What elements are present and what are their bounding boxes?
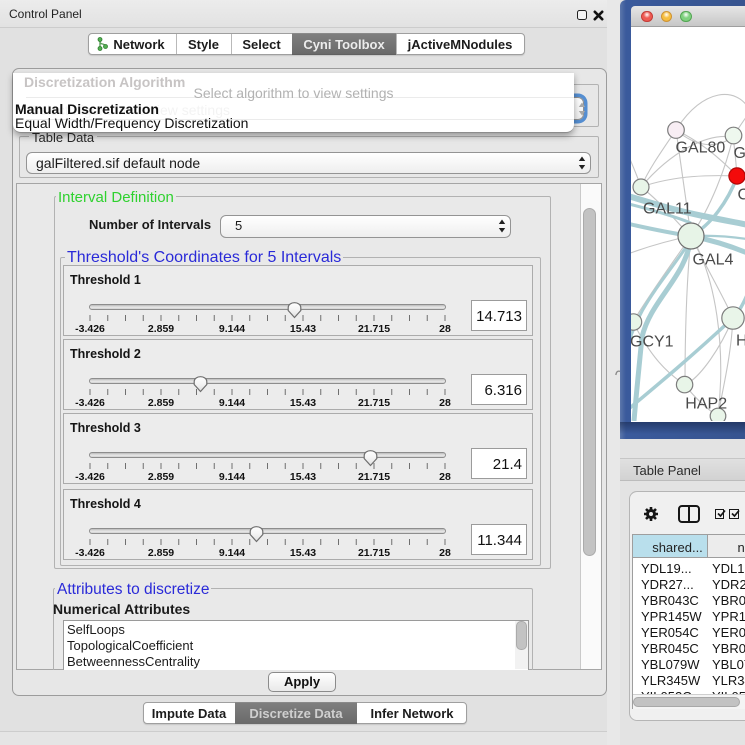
svg-text:GAL4: GAL4 bbox=[693, 252, 734, 269]
svg-text:HAP2: HAP2 bbox=[685, 396, 727, 413]
svg-text:GCY1: GCY1 bbox=[631, 334, 674, 351]
svg-text:C: C bbox=[738, 187, 745, 204]
svg-text:GA: GA bbox=[734, 145, 745, 162]
svg-text:GAL80: GAL80 bbox=[676, 140, 726, 157]
svg-text:GAL11: GAL11 bbox=[643, 201, 692, 218]
svg-text:H: H bbox=[736, 333, 745, 350]
